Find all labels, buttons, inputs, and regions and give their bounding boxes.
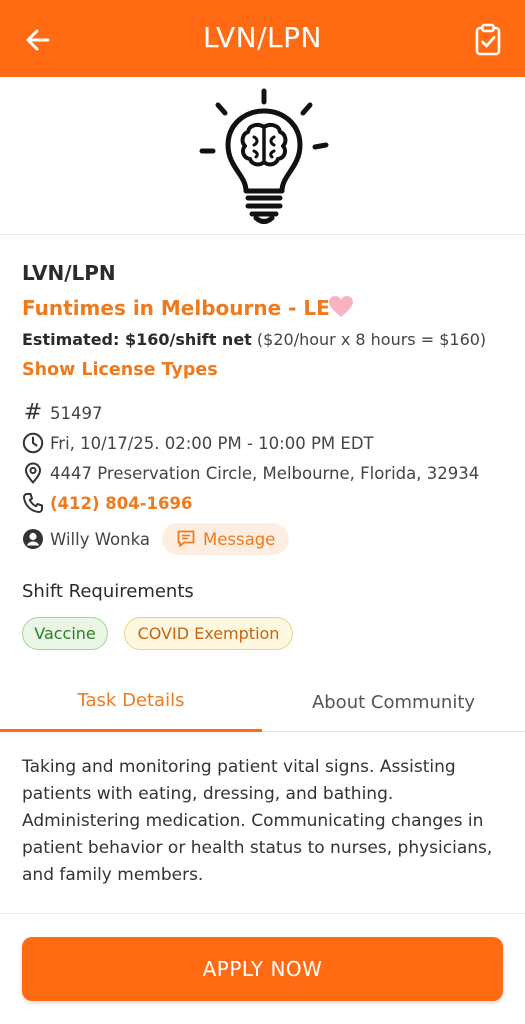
apply-now-button[interactable]: APPLY NOW [22, 937, 503, 1001]
shift-requirements-heading: Shift Requirements [22, 581, 194, 602]
clipboard-check-icon [475, 23, 501, 56]
message-label: Message [203, 529, 276, 549]
requirement-chip-vaccine: Vaccine [22, 617, 108, 650]
phone-row[interactable]: (412) 804-1696 [22, 490, 192, 516]
job-title: LVN/LPN [22, 261, 116, 285]
show-license-types-link[interactable]: Show License Types [22, 360, 218, 380]
hero-illustration [0, 77, 525, 235]
location-pin-icon [22, 462, 44, 484]
address-row: 4447 Preservation Circle, Melbourne, Flo… [22, 460, 479, 486]
contact-row: Willy Wonka Message [22, 523, 290, 555]
datetime-row: Fri, 10/17/25. 02:00 PM - 10:00 PM EDT [22, 430, 374, 456]
shift-address: 4447 Preservation Circle, Melbourne, Flo… [50, 463, 480, 483]
user-avatar-icon [22, 528, 44, 550]
task-details-text: Taking and monitoring patient vital sign… [22, 757, 493, 885]
phone-icon [22, 492, 44, 514]
clock-icon [22, 432, 44, 454]
top-app-bar: LVN/LPN [0, 0, 525, 77]
lightbulb-brain-icon [199, 88, 329, 224]
chat-icon [177, 530, 195, 547]
tab-task-details[interactable]: Task Details [0, 672, 262, 732]
shift-id: 51497 [50, 403, 103, 423]
page-title: LVN/LPN [203, 21, 322, 54]
phone-number[interactable]: (412) 804-1696 [50, 494, 192, 513]
shift-datetime: Fri, 10/17/25. 02:00 PM - 10:00 PM EDT [50, 433, 374, 453]
community-name[interactable]: Funtimes in Melbourne - LE [22, 296, 330, 320]
detail-tabs: Task Details About Community [0, 672, 525, 732]
estimated-pay-calc: ($20/hour x 8 hours = $160) [256, 330, 487, 349]
estimated-pay-label: Estimated: $160/shift net [22, 330, 252, 349]
requirement-chip-covid-exemption: COVID Exemption [124, 617, 293, 650]
shift-id-row: # 51497 [22, 400, 103, 426]
tab-about-community[interactable]: About Community [262, 672, 525, 732]
contact-name: Willy Wonka [50, 529, 150, 549]
hash-icon: # [23, 400, 43, 425]
estimated-pay: Estimated: $160/shift net ($20/hour x 8 … [22, 330, 486, 349]
clipboard-button[interactable] [472, 23, 504, 57]
message-button[interactable]: Message [162, 523, 290, 555]
divider [0, 913, 525, 914]
heart-icon[interactable] [328, 295, 354, 319]
